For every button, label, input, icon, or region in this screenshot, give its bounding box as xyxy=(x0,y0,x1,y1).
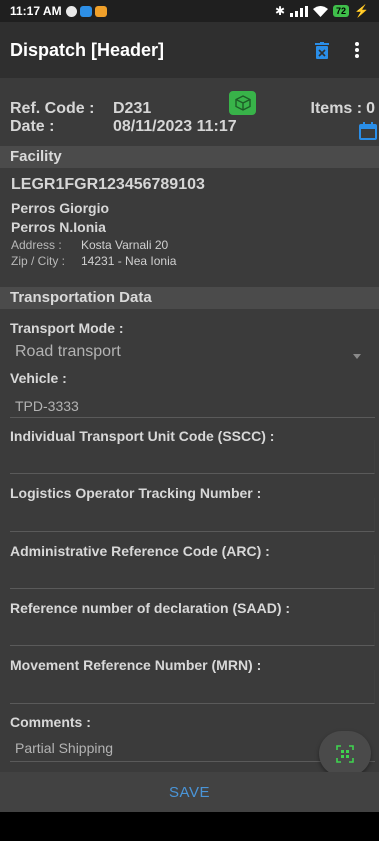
ref-code-value: D231 xyxy=(113,100,152,117)
logistics-tracking-input[interactable] xyxy=(10,498,375,532)
delete-button[interactable] xyxy=(307,35,337,65)
alarm-icon xyxy=(65,5,77,17)
status-bar: 11:17 AM ✱ 72 ⚡ xyxy=(0,0,379,22)
zip-city-row: Zip / City : 14231 - Nea Ionia xyxy=(11,254,176,268)
zip-city-value: 14231 - Nea Ionia xyxy=(81,254,177,268)
date-value: 08/11/2023 11:17 xyxy=(113,118,237,135)
date-picker-button[interactable] xyxy=(359,122,377,140)
date-row: Date : 08/11/2023 11:17 xyxy=(10,118,375,136)
address-label: Address : xyxy=(11,238,62,252)
items-button[interactable] xyxy=(229,91,256,115)
vehicle-underline xyxy=(10,417,375,418)
facility-name: Perros Giorgio xyxy=(11,200,110,216)
charging-icon: ⚡ xyxy=(354,4,369,18)
sscc-input[interactable] xyxy=(10,440,375,474)
status-time: 11:17 AM xyxy=(10,4,62,18)
comments-label: Comments : xyxy=(10,714,91,730)
facility-section-header: Facility xyxy=(0,146,379,168)
more-vertical-icon xyxy=(355,42,359,58)
app-notification-icon xyxy=(79,5,92,17)
app-bar: Dispatch [Header] xyxy=(0,22,379,78)
scan-barcode-button[interactable] xyxy=(319,731,371,772)
ref-code-row: Ref. Code : D231 Items : 0 xyxy=(10,100,375,118)
items-value: 0 xyxy=(366,100,375,117)
qr-scan-icon xyxy=(336,744,354,763)
calendar-icon xyxy=(359,122,377,140)
dropdown-arrow-icon[interactable] xyxy=(353,354,361,359)
bluetooth-icon: ✱ xyxy=(274,4,286,18)
address-row: Address : Kosta Varnali 20 xyxy=(11,238,168,252)
page-title: Dispatch [Header] xyxy=(10,39,165,60)
mrn-input[interactable] xyxy=(10,670,375,704)
overflow-menu-button[interactable] xyxy=(347,35,367,65)
address-value: Kosta Varnali 20 xyxy=(81,238,169,252)
signal-icon xyxy=(290,5,309,17)
date-label: Date : xyxy=(10,118,55,135)
items-count: Items : 0 xyxy=(311,100,375,118)
box-icon xyxy=(234,95,251,111)
ref-code-label: Ref. Code : xyxy=(10,100,95,117)
dispatch-form: Ref. Code : D231 Items : 0 Date : 08/11/… xyxy=(0,78,379,772)
notification-icons xyxy=(65,5,107,17)
transport-mode-select[interactable]: Road transport xyxy=(15,343,121,361)
arc-input[interactable] xyxy=(10,555,375,589)
status-right: ✱ 72 ⚡ xyxy=(275,4,369,18)
zip-city-label: Zip / City : xyxy=(11,254,66,268)
facility-code: LEGR1FGR123456789103 xyxy=(11,176,205,193)
save-button[interactable]: SAVE xyxy=(169,784,210,801)
system-nav-bar xyxy=(0,812,379,841)
trash-icon xyxy=(315,41,329,59)
items-label: Items : xyxy=(310,100,363,117)
vehicle-label: Vehicle : xyxy=(10,370,67,386)
transport-mode-label: Transport Mode : xyxy=(10,320,124,336)
vehicle-input[interactable]: TPD-3333 xyxy=(15,398,79,414)
save-bar: SAVE xyxy=(0,772,379,812)
wifi-icon xyxy=(313,5,329,17)
comments-input[interactable]: Partial Shipping xyxy=(15,740,113,756)
facility-branch: Perros N.Ionia xyxy=(11,219,106,235)
saad-input[interactable] xyxy=(10,612,375,646)
battery-icon: 72 xyxy=(333,5,350,17)
transport-section-header: Transportation Data xyxy=(0,287,379,309)
app-notification-icon-2 xyxy=(94,5,107,17)
